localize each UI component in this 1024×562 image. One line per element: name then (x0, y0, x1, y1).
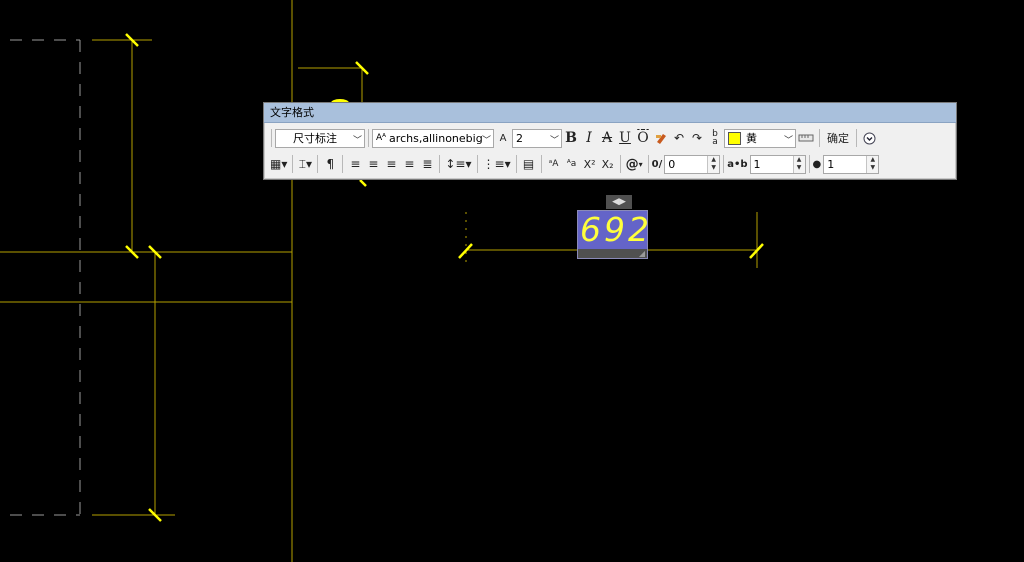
underline-button[interactable]: U (616, 128, 634, 148)
match-format-icon[interactable] (652, 128, 670, 148)
drawing-canvas[interactable] (0, 0, 1024, 562)
oblique-input[interactable]: 0 ▲ ▼ (664, 154, 721, 174)
separator (647, 155, 649, 173)
annotative-icon[interactable]: A (494, 128, 512, 148)
width-factor-value: 1 (827, 157, 835, 171)
overline-button[interactable]: Ō (634, 128, 652, 148)
separator (439, 155, 441, 173)
editor-text[interactable]: 692 (580, 210, 652, 249)
chevron-down-icon: ﹀ (783, 135, 793, 146)
oblique-icon: 0/ (651, 158, 663, 170)
ruler-icon[interactable] (796, 128, 816, 148)
toolbar-row-2: ▦▾ ⌶▾ ¶ ≡ ≡ ≡ ≡ ≣ ↕≡▾ ⋮≡▾ ▤ ᵃA ᴬa X² X₂ … (268, 153, 952, 175)
separator (271, 129, 272, 147)
chevron-down-icon: ﹀ (481, 135, 491, 146)
style-value: 尺寸标注 (293, 132, 337, 145)
width-factor-input[interactable]: 1 ▲ ▼ (823, 154, 880, 174)
options-chevron-icon[interactable] (860, 128, 878, 148)
width-factor-icon: ● (812, 158, 822, 170)
toolbar-title[interactable]: 文字格式 (264, 103, 956, 123)
symbol-button[interactable]: @ ▾ (624, 154, 645, 174)
insert-field-icon[interactable]: ▤ (520, 154, 538, 174)
wall-lines (0, 0, 758, 562)
separator (292, 155, 294, 173)
toolbar-row-1: 尺寸标注 ﹀ Aᴬ archs,allinonebig ﹀ A 2 ﹀ B I … (268, 127, 952, 149)
resize-grip-icon[interactable]: ◢ (639, 249, 645, 258)
height-value: 2 (516, 131, 523, 145)
editor-bottom-bar: ◢ (578, 249, 647, 258)
font-select[interactable]: Aᴬ archs,allinonebig ﹀ (372, 128, 494, 148)
bold-button[interactable]: B (562, 128, 580, 148)
justify-icon[interactable]: ≡ (400, 154, 418, 174)
style-select[interactable]: 尺寸标注 ﹀ (275, 128, 365, 148)
mtext-editor[interactable]: 692 ◢ (577, 210, 649, 259)
redo-icon[interactable]: ↷ (688, 128, 706, 148)
spinner-arrows-icon[interactable]: ▲ ▼ (707, 155, 720, 173)
subscript-button[interactable]: X₂ (599, 154, 617, 174)
oblique-value: 0 (668, 157, 676, 171)
justification-icon[interactable]: ⌶▾ (296, 154, 314, 174)
separator (368, 129, 369, 147)
separator (856, 129, 857, 147)
separator (515, 155, 517, 173)
undo-icon[interactable]: ↶ (670, 128, 688, 148)
spinner-arrows-icon[interactable]: ▲ ▼ (866, 155, 879, 173)
italic-button[interactable]: I (580, 128, 598, 148)
font-value: archs,allinonebig (389, 131, 483, 145)
tracking-icon: a•b (727, 158, 748, 170)
stack-icon[interactable]: ba (706, 128, 724, 148)
ok-button[interactable]: 确定 (823, 128, 853, 148)
spinner-arrows-icon[interactable]: ▲ ▼ (792, 155, 805, 173)
align-left-icon[interactable]: ≡ (346, 154, 364, 174)
strikethrough-button[interactable]: A (598, 128, 616, 148)
line-spacing-icon[interactable]: ↕≡▾ (443, 154, 473, 174)
separator (342, 155, 344, 173)
chevron-down-icon: ﹀ (352, 135, 362, 146)
lowercase-icon[interactable]: ᴬa (563, 154, 581, 174)
color-select[interactable]: 黄 ﹀ (724, 128, 796, 148)
chevron-down-icon: ﹀ (549, 135, 559, 146)
separator (808, 155, 810, 173)
color-value: 黄 (746, 132, 757, 145)
separator (723, 155, 725, 173)
separator (476, 155, 478, 173)
separator (540, 155, 542, 173)
height-select[interactable]: 2 ﹀ (512, 128, 562, 148)
tracking-value: 1 (753, 157, 761, 171)
columns-icon[interactable]: ▦▾ (268, 154, 289, 174)
dashed-outline (10, 39, 81, 516)
tracking-input[interactable]: 1 ▲ ▼ (749, 154, 806, 174)
paragraph-icon[interactable]: ¶ (321, 154, 339, 174)
separator (619, 155, 621, 173)
editor-ruler-handle[interactable]: ◀▶ (606, 195, 632, 209)
separator (317, 155, 319, 173)
yellow-swatch-icon (728, 131, 741, 145)
numbering-icon[interactable]: ⋮≡▾ (481, 154, 513, 174)
distribute-icon[interactable]: ≣ (418, 154, 436, 174)
uppercase-icon[interactable]: ᵃA (545, 154, 563, 174)
align-center-icon[interactable]: ≡ (364, 154, 382, 174)
text-format-toolbar: 文字格式 尺寸标注 ﹀ Aᴬ archs,allinonebig ﹀ A 2 ﹀… (263, 102, 957, 180)
superscript-button[interactable]: X² (581, 154, 599, 174)
align-right-icon[interactable]: ≡ (382, 154, 400, 174)
separator (819, 129, 820, 147)
font-icon: Aᴬ (376, 133, 387, 143)
